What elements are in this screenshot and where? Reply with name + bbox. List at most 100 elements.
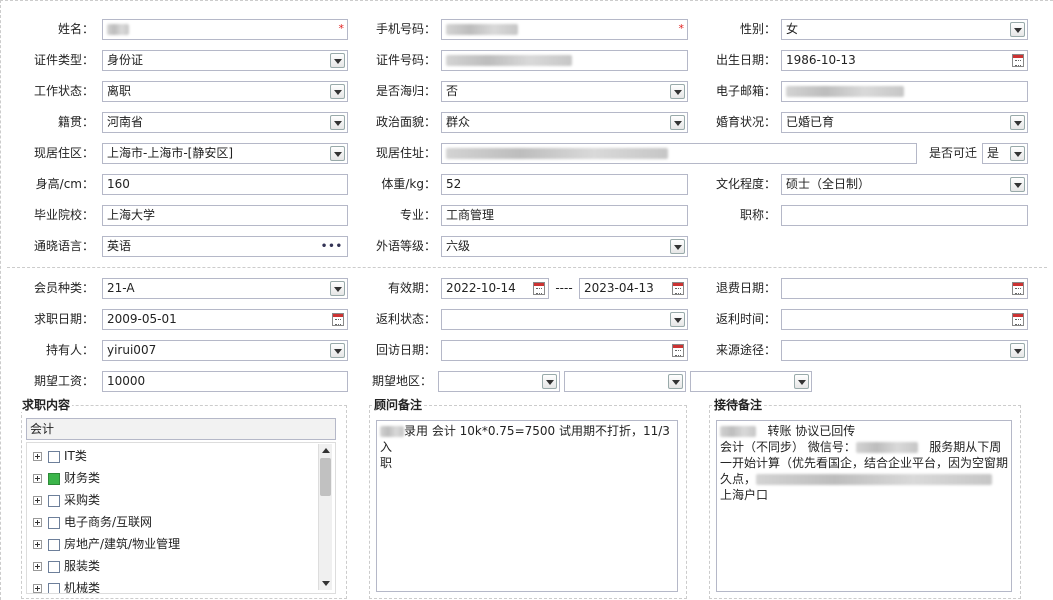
reception-notes-text: 久点，	[720, 472, 757, 486]
title-field[interactable]	[781, 205, 1028, 226]
expected-province-select[interactable]	[438, 371, 560, 392]
calendar-icon[interactable]	[672, 344, 684, 357]
expected-district-select[interactable]	[690, 371, 812, 392]
holder-select[interactable]: yirui007	[102, 340, 348, 361]
id-type-select[interactable]: 身份证	[102, 50, 348, 71]
education-select[interactable]: 硕士（全日制）	[781, 174, 1028, 195]
birth-date-field[interactable]: 1986-10-13	[781, 50, 1028, 71]
chevron-down-icon[interactable]	[330, 53, 345, 68]
refund-date-field[interactable]	[781, 278, 1028, 299]
calendar-icon[interactable]	[672, 282, 684, 295]
tree-item-it[interactable]: IT类	[33, 447, 87, 465]
tree-item-apparel[interactable]: 服装类	[33, 557, 100, 575]
tree-item-label: 财务类	[64, 471, 101, 485]
expand-icon[interactable]	[33, 474, 42, 483]
chevron-down-icon[interactable]	[1010, 146, 1025, 161]
checkbox[interactable]	[48, 494, 60, 507]
source-select[interactable]	[781, 340, 1028, 361]
reception-notes-textarea[interactable]: 转账 协议已回传 会计（不同步） 微信号： 服务期从下周 一开始计算（优先看国企…	[716, 420, 1012, 592]
calendar-icon[interactable]	[1012, 54, 1024, 67]
scroll-down-icon[interactable]	[322, 581, 330, 586]
id-number-field[interactable]	[441, 50, 688, 71]
chevron-down-icon[interactable]	[330, 281, 345, 296]
political-status-label: 政治面貌：	[375, 115, 436, 129]
job-seek-date-field[interactable]: 2009-05-01	[102, 309, 348, 330]
chevron-down-icon[interactable]	[330, 343, 345, 358]
relocatable-select[interactable]: 是	[982, 143, 1028, 164]
tree-item-machinery[interactable]: 机械类	[33, 579, 100, 593]
relocatable-value: 是	[987, 146, 1000, 160]
work-status-select[interactable]: 离职	[102, 81, 348, 102]
checkbox-checked[interactable]	[48, 472, 60, 485]
calendar-icon[interactable]	[1012, 313, 1024, 326]
expand-icon[interactable]	[33, 496, 42, 505]
checkbox[interactable]	[48, 450, 60, 463]
chevron-down-icon[interactable]	[670, 239, 685, 254]
expand-icon[interactable]	[33, 518, 42, 527]
chevron-down-icon[interactable]	[330, 84, 345, 99]
calendar-icon[interactable]	[332, 313, 344, 326]
expand-icon[interactable]	[33, 540, 42, 549]
valid-end-field[interactable]: 2023-04-13	[579, 278, 688, 299]
expand-icon[interactable]	[33, 584, 42, 593]
native-place-select[interactable]: 河南省	[102, 112, 348, 133]
calendar-icon[interactable]	[533, 282, 545, 295]
tree-scrollbar[interactable]	[318, 444, 332, 590]
consultant-notes-textarea[interactable]: 录用 会计 10k*0.75=7500 试用期不打折，11/3入 职	[376, 420, 678, 592]
chevron-down-icon[interactable]	[1010, 22, 1025, 37]
name-field[interactable]: *	[102, 19, 348, 40]
chevron-down-icon[interactable]	[668, 374, 683, 389]
refund-date-label: 退费日期：	[715, 281, 776, 295]
chevron-down-icon[interactable]	[670, 115, 685, 130]
checkbox[interactable]	[48, 538, 60, 551]
reception-notes-line: 转账 协议已回传	[720, 423, 1008, 439]
height-field[interactable]: 160	[102, 174, 348, 195]
followup-date-field[interactable]	[441, 340, 688, 361]
expand-icon[interactable]	[33, 452, 42, 461]
rebate-time-field[interactable]	[781, 309, 1028, 330]
expected-city-select[interactable]	[564, 371, 686, 392]
checkbox[interactable]	[48, 516, 60, 529]
political-status-select[interactable]: 群众	[441, 112, 688, 133]
tree-item-ecommerce[interactable]: 电子商务/互联网	[33, 513, 152, 531]
tree-item-finance[interactable]: 财务类	[33, 469, 100, 487]
current-area-select[interactable]: 上海市-上海市-[静安区]	[102, 143, 348, 164]
more-icon[interactable]: •••	[321, 242, 343, 252]
major-field[interactable]: 工商管理	[441, 205, 688, 226]
languages-field[interactable]: 英语 •••	[102, 236, 348, 257]
member-type-value: 21-A	[107, 281, 135, 295]
calendar-icon[interactable]	[1012, 282, 1024, 295]
tree-item-purchasing[interactable]: 采购类	[33, 491, 100, 509]
checkbox[interactable]	[48, 560, 60, 573]
marital-status-select[interactable]: 已婚已育	[781, 112, 1028, 133]
tree-item-label: 房地产/建筑/物业管理	[64, 537, 181, 551]
chevron-down-icon[interactable]	[330, 115, 345, 130]
expected-salary-field[interactable]: 10000	[102, 371, 348, 392]
chevron-down-icon[interactable]	[330, 146, 345, 161]
chevron-down-icon[interactable]	[1010, 177, 1025, 192]
foreign-level-select[interactable]: 六级	[441, 236, 688, 257]
rebate-status-select[interactable]	[441, 309, 688, 330]
school-field[interactable]: 上海大学	[102, 205, 348, 226]
checkbox[interactable]	[48, 582, 60, 593]
tree-item-realestate[interactable]: 房地产/建筑/物业管理	[33, 535, 180, 553]
gender-select[interactable]: 女	[781, 19, 1028, 40]
chevron-down-icon[interactable]	[670, 312, 685, 327]
expand-icon[interactable]	[33, 562, 42, 571]
chevron-down-icon[interactable]	[542, 374, 557, 389]
phone-field[interactable]: *	[441, 19, 688, 40]
scroll-thumb[interactable]	[320, 458, 331, 496]
scroll-up-icon[interactable]	[322, 448, 330, 453]
chevron-down-icon[interactable]	[794, 374, 809, 389]
member-type-select[interactable]: 21-A	[102, 278, 348, 299]
overseas-returnee-select[interactable]: 否	[441, 81, 688, 102]
email-field[interactable]	[781, 81, 1028, 102]
weight-field[interactable]: 52	[441, 174, 688, 195]
chevron-down-icon[interactable]	[670, 84, 685, 99]
current-address-field[interactable]	[441, 143, 917, 164]
reception-notes-text: 服务期从下周	[929, 440, 1002, 454]
chevron-down-icon[interactable]	[1010, 343, 1025, 358]
job-content-selected[interactable]: 会计	[26, 418, 336, 440]
valid-start-field[interactable]: 2022-10-14	[441, 278, 549, 299]
chevron-down-icon[interactable]	[1010, 115, 1025, 130]
